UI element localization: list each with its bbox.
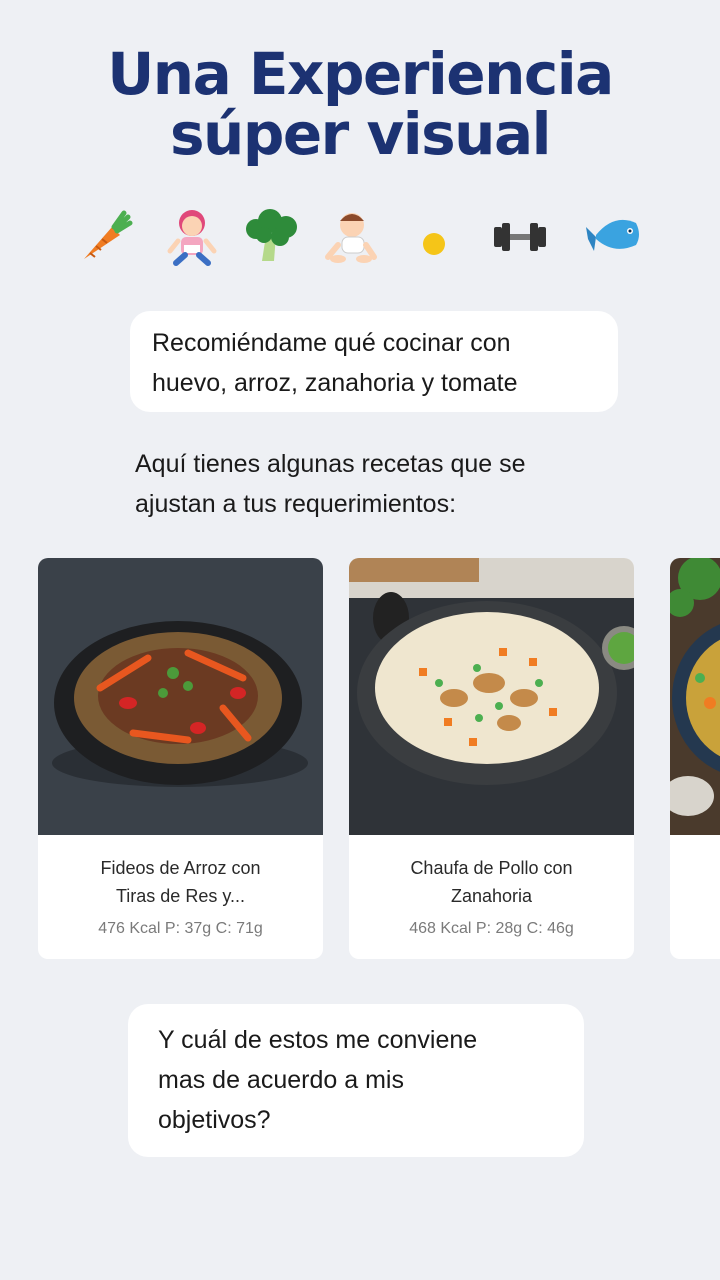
recipe-card[interactable] bbox=[670, 558, 720, 959]
recipe-title: Chaufa de Pollo con Zanahoria bbox=[410, 858, 573, 906]
dumbbell-icon bbox=[494, 223, 546, 251]
girl-icon bbox=[167, 210, 217, 266]
reply-line: ajustan a tus requerimientos: bbox=[135, 490, 457, 518]
assistant-reply: Aquí tienes algunas recetas que se ajust… bbox=[135, 444, 655, 524]
message-line: objetivos? bbox=[158, 1106, 271, 1134]
headline-line-1: Una Experiencia bbox=[107, 40, 614, 108]
recipe-title: Fideos de Arroz con Tiras de Res y... bbox=[100, 858, 261, 906]
reply-line: Aquí tienes algunas recetas que se bbox=[135, 450, 526, 478]
broccoli-icon bbox=[246, 209, 297, 261]
recipe-photo bbox=[670, 558, 720, 835]
page-headline: Una Experiencia súper visual bbox=[0, 44, 720, 164]
sun-icon bbox=[423, 233, 445, 255]
recipe-photo bbox=[38, 558, 323, 835]
message-line: Y cuál de estos me conviene bbox=[158, 1026, 478, 1054]
baby-icon bbox=[325, 213, 377, 263]
recipe-macros: 476 Kcal P: 37g C: 71g bbox=[98, 920, 263, 937]
icon-row bbox=[0, 205, 720, 269]
carrot-icon bbox=[84, 210, 133, 259]
recipe-photo bbox=[349, 558, 634, 835]
message-line: Recomiéndame qué cocinar con bbox=[152, 329, 511, 357]
headline-line-2: súper visual bbox=[170, 100, 552, 168]
fish-icon bbox=[586, 219, 639, 251]
recipe-macros: 468 Kcal P: 28g C: 46g bbox=[409, 920, 574, 937]
recipe-card[interactable]: Chaufa de Pollo con Zanahoria 468 Kcal P… bbox=[349, 558, 634, 959]
user-message-bubble: Recomiéndame qué cocinar con huevo, arro… bbox=[130, 311, 618, 412]
user-message-bubble: Y cuál de estos me conviene mas de acuer… bbox=[128, 1004, 584, 1157]
recipe-carousel[interactable]: Fideos de Arroz con Tiras de Res y... 47… bbox=[0, 558, 720, 960]
recipe-card[interactable]: Fideos de Arroz con Tiras de Res y... 47… bbox=[38, 558, 323, 959]
message-line: mas de acuerdo a mis bbox=[158, 1066, 404, 1094]
message-line: huevo, arroz, zanahoria y tomate bbox=[152, 369, 518, 397]
